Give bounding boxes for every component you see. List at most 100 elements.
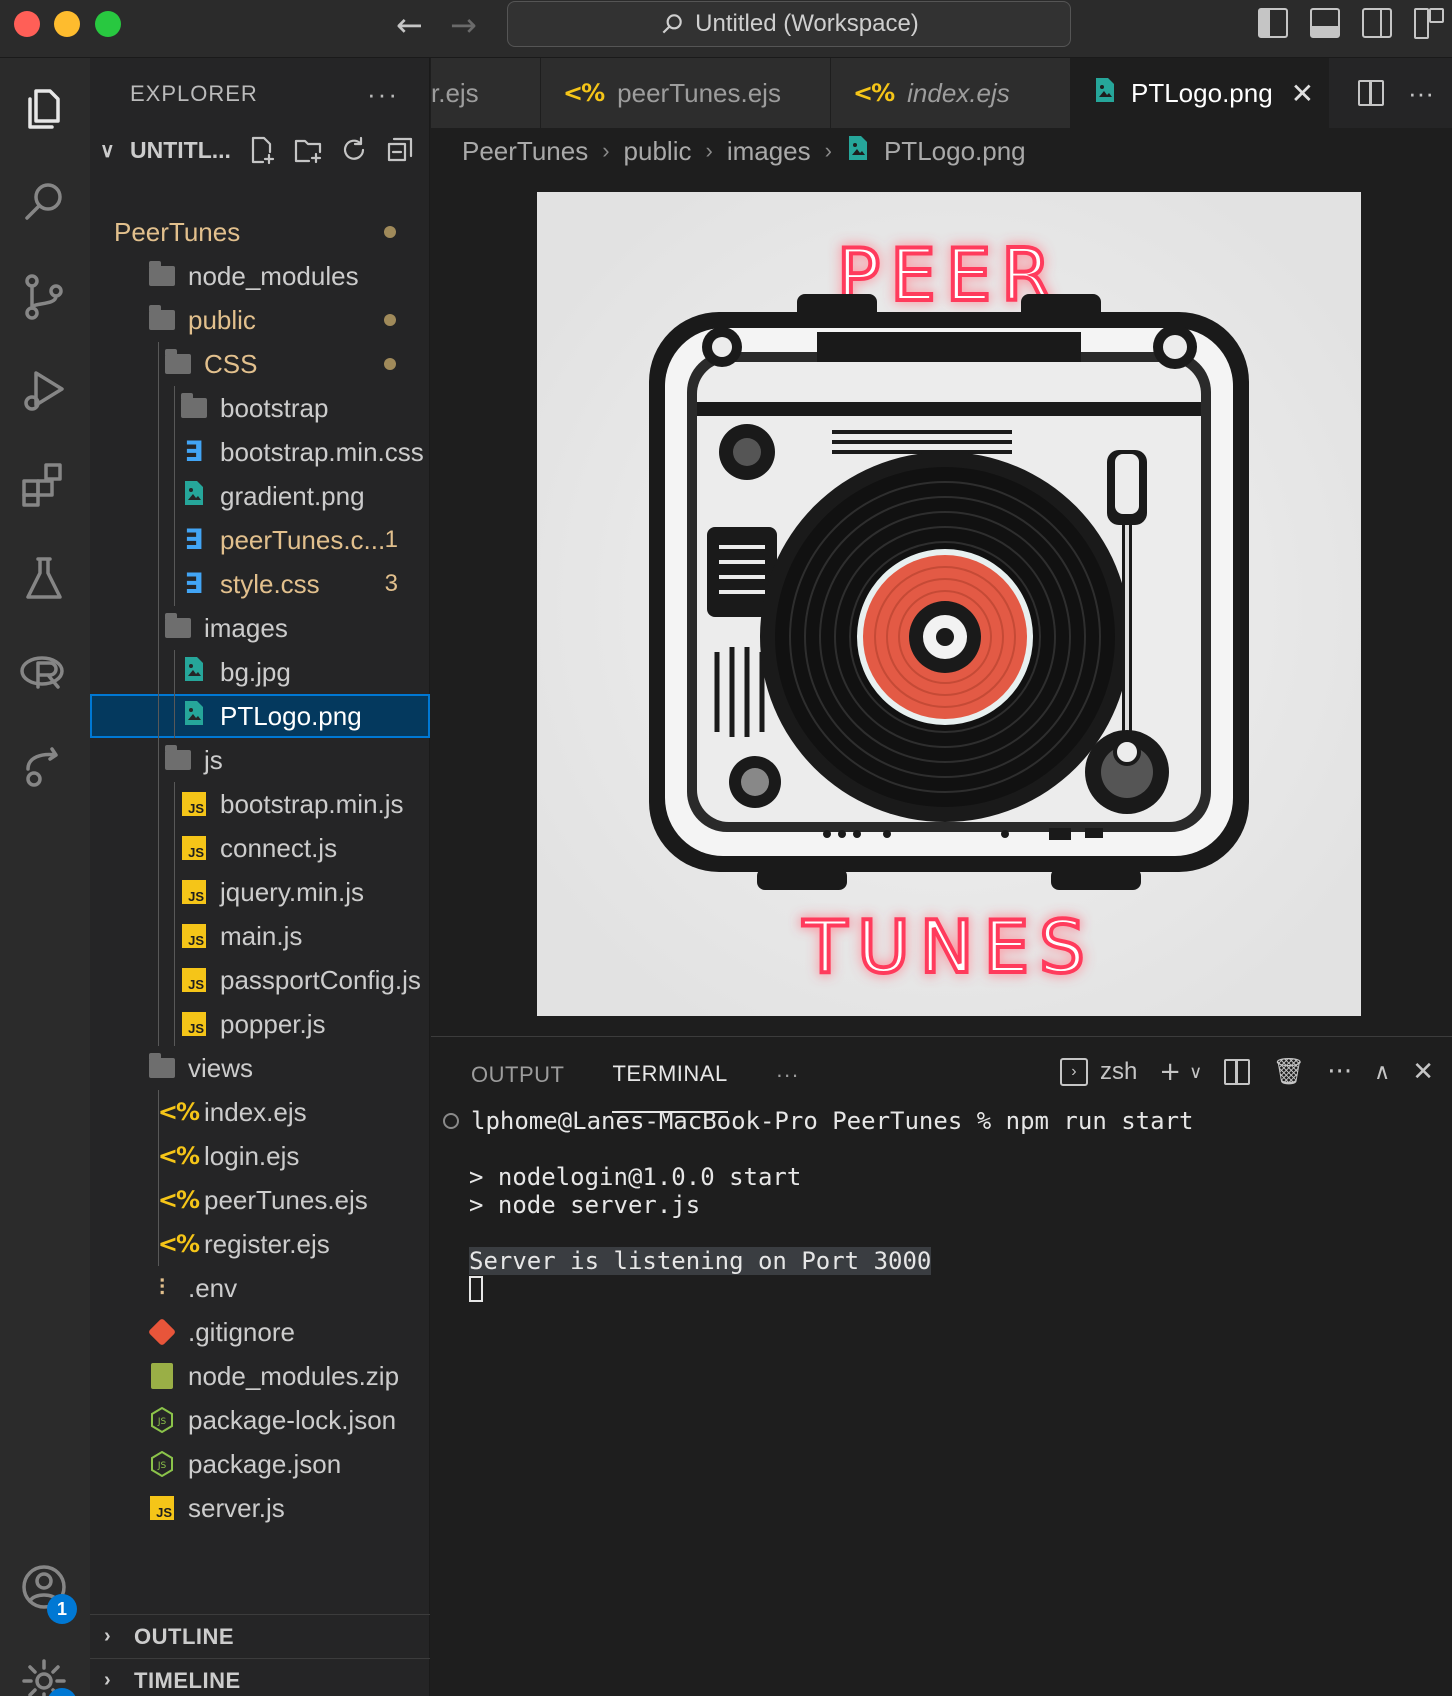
tree-item-jquery-min-js[interactable]: JS jquery.min.js: [90, 870, 430, 914]
tree-item-peertunes-ejs[interactable]: <% peerTunes.ejs: [90, 1178, 430, 1222]
terminal-line: > nodelogin@1.0.0 start: [469, 1163, 802, 1191]
extensions-icon[interactable]: [15, 456, 73, 514]
trash-icon[interactable]: 🗑: [1272, 1057, 1305, 1087]
tree-item-ptlogo-png[interactable]: PTLogo.png: [90, 694, 430, 738]
breadcrumb-item[interactable]: public: [624, 136, 692, 167]
tree-item-peertunes[interactable]: PeerTunes: [90, 210, 430, 254]
breadcrumb-item[interactable]: PeerTunes: [462, 136, 588, 167]
tree-item-views[interactable]: views: [90, 1046, 430, 1090]
toggle-secondary-sidebar-icon[interactable]: [1362, 8, 1392, 38]
refresh-icon[interactable]: [339, 135, 369, 165]
tree-item-label: CSS: [204, 348, 258, 379]
indent-guide: [174, 914, 175, 958]
workspace-section-header[interactable]: ∨ UNTITL...: [90, 130, 429, 170]
customize-layout-icon[interactable]: [1414, 8, 1444, 39]
tab-register-ejs[interactable]: r.ejs: [431, 58, 541, 128]
indent-guide: [174, 958, 175, 1002]
split-terminal-icon[interactable]: [1224, 1059, 1251, 1085]
env-file-icon: ⫶: [159, 1275, 165, 1300]
testing-icon[interactable]: [15, 550, 73, 608]
tree-item-bootstrap-min-css[interactable]: ∃ bootstrap.min.css: [90, 430, 430, 474]
tree-item-label: popper.js: [220, 1008, 326, 1039]
tree-item-package-lock-json[interactable]: JS package-lock.json: [90, 1398, 430, 1442]
search-icon[interactable]: [15, 174, 73, 232]
tree-item-label: js: [204, 744, 223, 775]
tree-item-connect-js[interactable]: JS connect.js: [90, 826, 430, 870]
tree-item-env[interactable]: ⫶ .env: [90, 1266, 430, 1310]
forward-arrow-icon[interactable]: →: [450, 6, 477, 44]
breadcrumb-item[interactable]: PTLogo.png: [884, 136, 1026, 167]
accounts-icon[interactable]: 1: [15, 1558, 77, 1624]
tree-item-bg-jpg[interactable]: bg.jpg: [90, 650, 430, 694]
maximize-panel-icon[interactable]: ∧: [1374, 1060, 1390, 1085]
run-debug-icon[interactable]: [15, 362, 73, 420]
tree-item-node-modules[interactable]: node_modules: [90, 254, 430, 298]
tree-item-gradient-png[interactable]: gradient.png: [90, 474, 430, 518]
tree-item-bootstrap[interactable]: bootstrap: [90, 386, 430, 430]
tree-item-images[interactable]: images: [90, 606, 430, 650]
tree-item-login-ejs[interactable]: <% login.ejs: [90, 1134, 430, 1178]
close-tab-icon[interactable]: ✕: [1291, 77, 1314, 110]
image-file-icon: [846, 135, 870, 168]
tree-item-label: .gitignore: [188, 1316, 295, 1347]
tree-item-label: package.json: [188, 1448, 342, 1479]
tree-item-peertunes-c[interactable]: ∃ peerTunes.c... 1: [90, 518, 430, 562]
back-arrow-icon[interactable]: ←: [396, 6, 423, 44]
toggle-primary-sidebar-icon[interactable]: [1258, 8, 1288, 38]
tree-item-js[interactable]: js: [90, 738, 430, 782]
toggle-panel-icon[interactable]: [1310, 8, 1340, 38]
tab-ptlogo-png[interactable]: PTLogo.png ✕: [1071, 58, 1329, 128]
tree-item-gitignore[interactable]: .gitignore: [90, 1310, 430, 1354]
tree-item-passportconfig-js[interactable]: JS passportConfig.js: [90, 958, 430, 1002]
tree-item-node-modules-zip[interactable]: node_modules.zip: [90, 1354, 430, 1398]
tab-terminal[interactable]: TERMINAL: [612, 1037, 728, 1113]
tree-item-index-ejs[interactable]: <% index.ejs: [90, 1090, 430, 1134]
tree-item-style-css[interactable]: ∃ style.css 3: [90, 562, 430, 606]
terminal-shell-selector[interactable]: › zsh: [1059, 1058, 1137, 1086]
split-editor-icon[interactable]: [1358, 80, 1385, 106]
more-actions-icon[interactable]: ···: [1327, 1057, 1352, 1087]
tree-item-bootstrap-min-js[interactable]: JS bootstrap.min.js: [90, 782, 430, 826]
tree-item-public[interactable]: public: [90, 298, 430, 342]
tree-item-css[interactable]: CSS: [90, 342, 430, 386]
live-share-icon[interactable]: [15, 738, 73, 796]
tab-index-ejs[interactable]: <% index.ejs: [831, 58, 1071, 128]
new-file-icon[interactable]: [247, 135, 277, 165]
more-actions-icon[interactable]: ···: [367, 79, 399, 110]
chevron-right-icon: ›: [104, 1625, 112, 1647]
panel-more-icon[interactable]: ···: [776, 1037, 799, 1113]
new-terminal-icon[interactable]: +: [1159, 1057, 1181, 1087]
tree-item-label: package-lock.json: [188, 1404, 397, 1435]
collapse-all-icon[interactable]: [385, 135, 415, 165]
terminal-output[interactable]: lphome@Lanes-MacBook-Pro PeerTunes % npm…: [443, 1107, 1193, 1303]
ejs-file-icon: <%: [157, 1230, 200, 1258]
tree-item-popper-js[interactable]: JS popper.js: [90, 1002, 430, 1046]
r-language-icon[interactable]: [15, 644, 73, 702]
timeline-section[interactable]: › TIMELINE: [90, 1658, 430, 1696]
close-panel-icon[interactable]: ✕: [1412, 1057, 1434, 1087]
tree-item-register-ejs[interactable]: <% register.ejs: [90, 1222, 430, 1266]
outline-section[interactable]: › OUTLINE: [90, 1614, 430, 1658]
close-window-button[interactable]: [14, 11, 40, 37]
tree-item-label: login.ejs: [204, 1140, 300, 1171]
breadcrumb-item[interactable]: images: [727, 136, 811, 167]
minimize-window-button[interactable]: [54, 11, 80, 37]
source-control-icon[interactable]: [15, 268, 73, 326]
image-file-icon: [180, 700, 208, 730]
tree-item-package-json[interactable]: JS package.json: [90, 1442, 430, 1486]
command-decoration-icon: [443, 1113, 459, 1129]
zoom-window-button[interactable]: [95, 11, 121, 37]
svg-text:JS: JS: [157, 1461, 167, 1471]
new-folder-icon[interactable]: [293, 135, 323, 165]
tree-item-server-js[interactable]: JS server.js: [90, 1486, 430, 1530]
editor-tabs: r.ejs <% peerTunes.ejs <% index.ejs PTLo…: [431, 58, 1452, 128]
manage-gear-icon[interactable]: 1: [15, 1652, 77, 1696]
more-actions-icon[interactable]: ···: [1408, 78, 1434, 109]
tab-peertunes-ejs[interactable]: <% peerTunes.ejs: [541, 58, 831, 128]
command-center-search[interactable]: Untitled (Workspace): [507, 1, 1071, 47]
explorer-icon[interactable]: [15, 80, 73, 138]
tab-output[interactable]: OUTPUT: [471, 1037, 564, 1113]
chevron-down-icon[interactable]: ∨: [1189, 1062, 1202, 1083]
tree-item-main-js[interactable]: JS main.js: [90, 914, 430, 958]
